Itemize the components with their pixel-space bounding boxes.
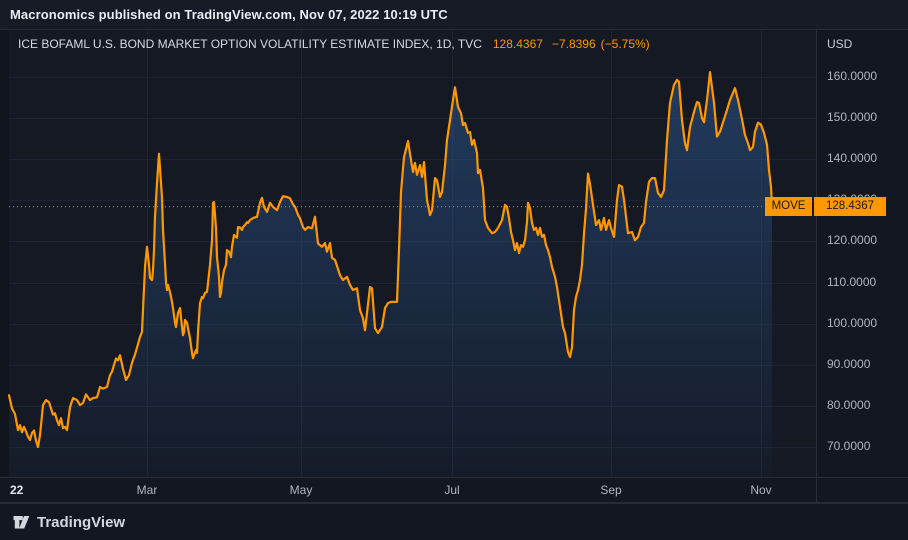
price-change-percent: (−5.75%): [600, 37, 650, 51]
time-scale-corner-divider: [816, 478, 817, 502]
time-tick-May: May: [289, 483, 313, 497]
time-scale[interactable]: 22 Mar May Jul Sep Nov: [0, 477, 908, 503]
symbol-title: ICE BOFAML U.S. BOND MARKET OPTION VOLAT…: [18, 37, 482, 51]
price-tick-110: 110.0000: [827, 275, 877, 289]
price-tick-150: 150.0000: [827, 110, 878, 124]
publish-info-bar: Macronomics published on TradingView.com…: [0, 0, 908, 30]
price-tick-100: 100.0000: [827, 316, 878, 330]
price-tick-120: 120.0000: [827, 233, 878, 247]
time-tick-22: 22: [10, 483, 24, 497]
plot-left-margin: [0, 30, 9, 477]
time-tick-Nov: Nov: [750, 483, 772, 497]
price-tick-70: 70.0000: [827, 439, 871, 453]
series-name-badge: MOVE: [765, 197, 812, 216]
currency-label: USD: [827, 37, 853, 51]
footer-bar: TradingView: [0, 503, 908, 540]
publish-info-text: Macronomics published on TradingView.com…: [10, 7, 448, 22]
tradingview-logo-icon[interactable]: [13, 515, 30, 530]
time-tick-Sep: Sep: [600, 483, 622, 497]
price-chart-canvas[interactable]: [0, 0, 908, 540]
price-tick-160: 160.0000: [827, 69, 878, 83]
time-tick-Jul: Jul: [444, 483, 460, 497]
last-price-axis-badge: 128.4367: [814, 197, 886, 216]
tradingview-snapshot: Macronomics published on TradingView.com…: [0, 0, 908, 540]
price-change: −7.8396: [551, 37, 596, 51]
price-tick-90: 90.0000: [827, 357, 871, 371]
tradingview-wordmark[interactable]: TradingView: [37, 514, 125, 531]
symbol-header: ICE BOFAML U.S. BOND MARKET OPTION VOLAT…: [18, 37, 650, 51]
price-tick-80: 80.0000: [827, 398, 871, 412]
last-price: 128.4367: [492, 37, 543, 51]
time-tick-Mar: Mar: [136, 483, 158, 497]
price-scale[interactable]: USD 70.0000 80.0000 90.0000 100.0000 110.000…: [816, 30, 908, 477]
price-tick-140: 140.0000: [827, 151, 878, 165]
